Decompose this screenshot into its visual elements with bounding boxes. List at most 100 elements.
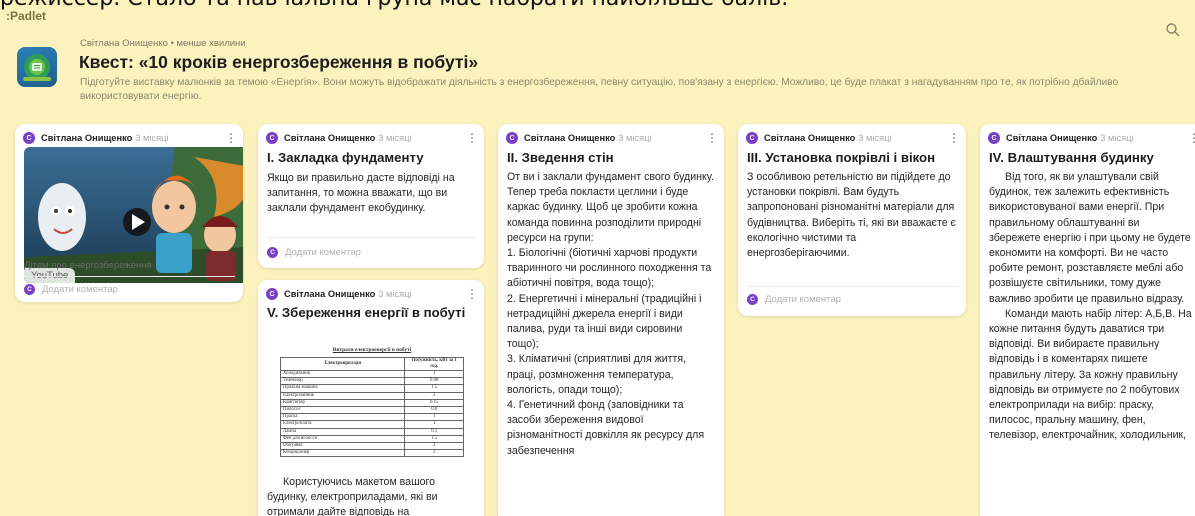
post-time: 3 місяці <box>618 133 652 143</box>
table-row: Праска 1 <box>279 413 464 422</box>
more-options-icon[interactable]: ⋮ <box>466 132 478 144</box>
table-header: Електроприлади <box>279 357 406 371</box>
more-options-icon[interactable]: ⋮ <box>1188 132 1195 144</box>
post-title: ІІІ. Установка покрівлі і вікон <box>747 150 936 165</box>
table-cell: 1.5 <box>404 434 464 443</box>
table-cell: 0.8 <box>404 405 464 415</box>
table-cell: 0.15 <box>404 398 464 407</box>
post-card-4[interactable]: С Світлана Онищенко 3 місяці ⋮ ІV. Влашт… <box>980 124 1195 516</box>
table-cell: 2 <box>404 391 464 400</box>
avatar: С <box>24 284 35 295</box>
table-title: Витрати електроенергії в побуті <box>332 347 412 353</box>
post-time: 3 місяці <box>858 133 892 143</box>
post-header: С Світлана Онищенко 3 місяці ⋮ <box>746 131 960 145</box>
page-description: Підготуйте виставку малюнків за темою «Е… <box>80 77 1119 102</box>
avatar: С <box>747 294 758 305</box>
avatar: С <box>266 288 278 300</box>
post-card-2[interactable]: С Світлана Онищенко 3 місяці ⋮ ІІ. Зведе… <box>498 124 724 516</box>
divider <box>267 237 476 238</box>
table-cell: 2 <box>404 441 464 451</box>
add-comment-label: Додати коментар <box>42 284 118 295</box>
table-cell: Кондиціонер <box>279 449 406 458</box>
post-time: 3 місяці <box>378 133 412 143</box>
table-cell: 0.1 <box>404 427 464 436</box>
avatar: С <box>506 132 518 144</box>
table-cell: Фен для волосся <box>279 434 406 443</box>
divider <box>747 286 958 287</box>
table-cell: 1 <box>404 420 464 429</box>
video-caption: Дітям про енергозбереження <box>24 260 152 271</box>
padlet-icon <box>17 47 57 87</box>
post-body: Якщо ви правильно дасте відповіді на зап… <box>267 172 455 215</box>
padlet-logo[interactable]: :Padlet <box>6 9 46 23</box>
table-cell: 1 <box>404 369 464 379</box>
table-row: Лампа 0.1 <box>279 427 464 436</box>
avatar: С <box>266 132 278 144</box>
post-time: 3 місяці <box>378 289 412 299</box>
add-comment-button[interactable]: С Додати коментар <box>267 247 361 258</box>
table-cell: Холодильник <box>279 369 406 379</box>
table-row: Телевізор 0.08 <box>279 377 464 386</box>
table-cell: 1.5 <box>404 384 464 393</box>
post-title: І. Закладка фундаменту <box>267 150 424 165</box>
avatar: С <box>746 132 758 144</box>
table-row: Фен для волосся 1.5 <box>279 434 464 443</box>
add-comment-button[interactable]: С Додати коментар <box>747 294 841 305</box>
post-body: Користуючись макетом вашого будинку, еле… <box>267 476 438 516</box>
post-card-1[interactable]: С Світлана Онищенко 3 місяці ⋮ І. Заклад… <box>258 124 484 268</box>
post-card-5[interactable]: С Світлана Онищенко 3 місяці ⋮ V. Збереж… <box>258 280 484 516</box>
energy-table-image: Витрати електроенергії в побуті Електроп… <box>279 347 464 458</box>
table-cell: Електрочайник <box>279 391 406 400</box>
header-meta: Світлана Онищенко • менше хвилини <box>80 38 246 49</box>
more-options-icon[interactable]: ⋮ <box>948 132 960 144</box>
post-author: Світлана Онищенко <box>41 133 133 143</box>
post-author: Світлана Онищенко <box>284 289 376 299</box>
post-header: С Світлана Онищенко 3 місяці ⋮ <box>23 131 237 145</box>
search-icon[interactable] <box>1163 20 1183 40</box>
table-cell: Телевізор <box>279 377 406 386</box>
cropped-top-text: режиссёр. Стало та навчальна група має н… <box>0 0 1195 11</box>
more-options-icon[interactable]: ⋮ <box>706 132 718 144</box>
post-card-video[interactable]: С Світлана Онищенко 3 місяці ⋮ Дітям про… <box>15 124 243 302</box>
avatar: С <box>23 132 35 144</box>
table-cell: Пилосос <box>279 405 406 415</box>
table-row: Електрочайник 2 <box>279 391 464 400</box>
post-author: Світлана Онищенко <box>284 133 376 143</box>
table-row: Холодильник 1 <box>279 369 464 379</box>
avatar: С <box>267 247 278 258</box>
table-cell: Електроплита <box>279 420 406 429</box>
post-card-3[interactable]: С Світлана Онищенко 3 місяці ⋮ ІІІ. Уста… <box>738 124 966 316</box>
post-body: З особливою ретельністю ви підійдете до … <box>747 171 956 260</box>
post-header: С Світлана Онищенко 3 місяці ⋮ <box>266 131 478 145</box>
energy-table: Електроприлади Потужність, кВт за 1 год.… <box>279 357 464 458</box>
table-header: Потужність, кВт за 1 год. <box>404 357 464 371</box>
post-header: С Світлана Онищенко 3 місяці ⋮ <box>266 287 478 301</box>
more-options-icon[interactable]: ⋮ <box>225 132 237 144</box>
post-title: ІІ. Зведення стін <box>507 150 614 165</box>
post-author: Світлана Онищенко <box>1006 133 1098 143</box>
brand-name: Padlet <box>10 9 47 23</box>
table-cell: Праска <box>279 413 406 422</box>
post-title: V. Збереження енергії в побуті <box>267 305 466 320</box>
table-row: Комп'ютер 0.15 <box>279 398 464 407</box>
post-body: Від того, як ви улаштували свій будинок,… <box>989 170 1192 444</box>
more-options-icon[interactable]: ⋮ <box>466 288 478 300</box>
table-cell: Пральна машина <box>279 384 406 393</box>
table-cell: 2 <box>404 449 464 458</box>
add-comment-button[interactable]: С Додати коментар <box>24 284 118 295</box>
post-body: От ви і заклали фундамент свого будинку.… <box>507 171 714 457</box>
table-cell: 1 <box>404 413 464 422</box>
table-cell: Обігрівач <box>279 441 406 451</box>
post-time: 3 місяці <box>135 133 169 143</box>
table-row: Обігрівач 2 <box>279 441 464 451</box>
post-header: С Світлана Онищенко 3 місяці ⋮ <box>988 131 1195 145</box>
post-title: ІV. Влаштування будинку <box>989 150 1154 165</box>
post-paragraph: Команди мають набір літер: А,Б,В. На кож… <box>989 307 1192 442</box>
post-header: С Світлана Онищенко 3 місяці ⋮ <box>506 131 718 145</box>
table-cell: Комп'ютер <box>279 398 406 407</box>
table-row: Електроплита 1 <box>279 420 464 429</box>
table-cell: Лампа <box>279 427 406 436</box>
post-paragraph: Від того, як ви улаштували свій будинок,… <box>989 171 1191 305</box>
add-comment-label: Додати коментар <box>285 247 361 258</box>
post-time: 3 місяці <box>1100 133 1134 143</box>
